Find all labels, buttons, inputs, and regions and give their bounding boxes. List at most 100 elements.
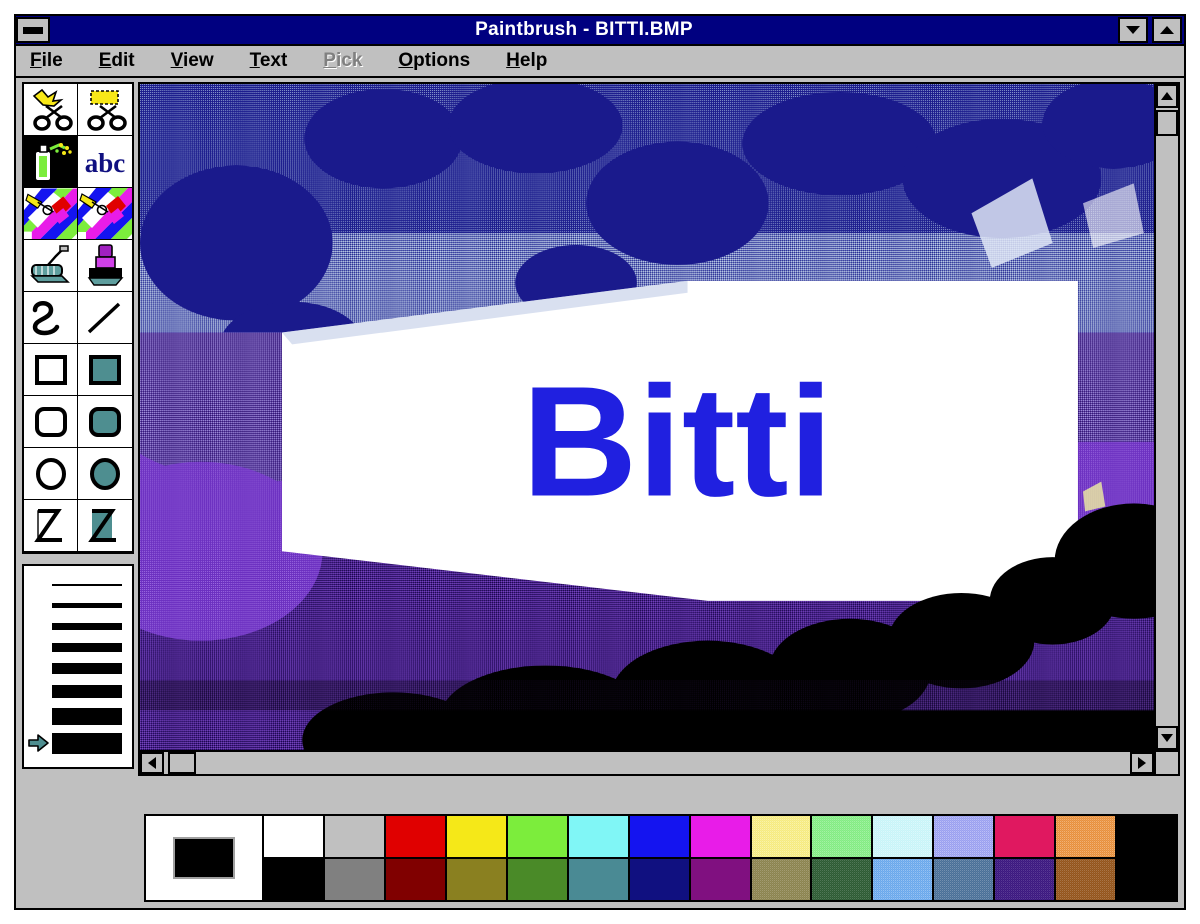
horizontal-scrollbar[interactable] (140, 750, 1154, 774)
minimize-button[interactable] (1118, 17, 1148, 43)
menu-text[interactable]: Text (250, 50, 288, 72)
scroll-right-button[interactable] (1130, 752, 1154, 774)
swatch-brown[interactable] (1056, 859, 1116, 900)
line-width-option[interactable] (28, 658, 126, 679)
swatch-orange[interactable] (1056, 816, 1116, 859)
line-width-selected-marker (28, 733, 50, 754)
swatch-dark-red[interactable] (385, 859, 445, 900)
tool-ellipse-outline[interactable] (24, 448, 78, 500)
line-width-option[interactable] (28, 679, 126, 703)
scroll-down-button[interactable] (1156, 726, 1178, 750)
swatch-blue[interactable] (629, 816, 689, 859)
menu-text-mnemonic: T (249, 50, 260, 71)
line-width-option[interactable] (28, 616, 126, 637)
line-width-marker-slot (28, 658, 50, 679)
menu-options[interactable]: Options (398, 50, 470, 72)
tool-curve[interactable] (24, 292, 78, 344)
line-width-option[interactable] (28, 703, 126, 729)
swatch-green[interactable] (507, 859, 567, 900)
swatch-purple[interactable] (690, 859, 750, 900)
tool-rectangle-select[interactable] (78, 84, 132, 136)
chevron-up-icon (1160, 26, 1174, 34)
swatch-indigo[interactable] (995, 859, 1055, 900)
rectangle-filled-icon (89, 354, 121, 385)
canvas-frame: Bitti (138, 82, 1180, 776)
swatch-black[interactable] (264, 859, 323, 900)
rectangle-outline-icon (34, 354, 67, 385)
tool-airbrush[interactable] (24, 136, 78, 188)
menu-help[interactable]: Help (506, 50, 547, 72)
ellipse-filled-icon (90, 457, 120, 490)
tool-rounded-box-filled[interactable] (78, 396, 132, 448)
swatch-navy[interactable] (629, 859, 689, 900)
image-canvas[interactable]: Bitti (140, 84, 1154, 750)
menu-view-mnemonic: V (170, 50, 183, 71)
tool-line[interactable] (78, 292, 132, 344)
palette-column (1117, 816, 1177, 900)
tool-ellipse-filled[interactable] (78, 448, 132, 500)
tool-polygon-outline[interactable] (24, 500, 78, 552)
tool-scissors-freeform-select[interactable] (24, 84, 78, 136)
tool-eraser[interactable] (78, 188, 132, 240)
system-menu-icon (23, 26, 43, 34)
palette-swatches (264, 816, 1177, 900)
swatch-olive[interactable] (446, 859, 506, 900)
tool-rounded-box-outline[interactable] (24, 396, 78, 448)
line-width-marker-slot (28, 574, 50, 595)
palette-column (1056, 816, 1118, 900)
maximize-button[interactable] (1152, 17, 1182, 43)
swatch-yellow[interactable] (446, 816, 506, 859)
swatch-dark-green[interactable] (812, 859, 872, 900)
current-color-indicator[interactable] (146, 816, 264, 900)
system-menu-button[interactable] (16, 17, 50, 43)
swatch-red[interactable] (385, 816, 445, 859)
tool-color-eraser[interactable] (24, 188, 78, 240)
swatch-light-gray[interactable] (324, 816, 384, 859)
swatch-magenta[interactable] (690, 816, 750, 859)
swatch-pink-red[interactable] (995, 816, 1055, 859)
line-width-option[interactable] (28, 637, 126, 658)
menu-help-mnemonic: H (506, 50, 520, 71)
swatch-teal[interactable] (568, 859, 628, 900)
swatch-bright-green[interactable] (507, 816, 567, 859)
swatch-black-end-top[interactable] (1117, 816, 1177, 858)
menu-edit[interactable]: Edit (99, 50, 135, 72)
line-width-marker-slot (28, 637, 50, 658)
paintbrush-window: Paintbrush - BITTI.BMP File Edit View Te… (14, 14, 1186, 910)
horizontal-scroll-thumb[interactable] (168, 752, 196, 774)
polygon-outline-icon (33, 508, 62, 542)
scroll-left-button[interactable] (140, 752, 164, 774)
tool-box-outline[interactable] (24, 344, 78, 396)
line-width-option-selected[interactable] (28, 729, 126, 757)
swatch-black-end-bottom[interactable] (1117, 858, 1177, 900)
scissors-rectangle-select-icon (87, 89, 127, 131)
menu-options-label: ptions (413, 50, 471, 71)
line-width-option[interactable] (28, 595, 126, 616)
swatch-steel-blue[interactable] (934, 859, 994, 900)
swatch-white[interactable] (264, 816, 323, 859)
menu-view-label: iew (182, 50, 214, 71)
swatch-gray[interactable] (324, 859, 384, 900)
vertical-scroll-thumb[interactable] (1156, 110, 1178, 136)
line-width-marker-slot (28, 616, 50, 637)
menu-view[interactable]: View (171, 50, 214, 72)
scroll-up-button[interactable] (1156, 84, 1178, 108)
tool-box-filled[interactable] (78, 344, 132, 396)
line-width-marker-slot (28, 595, 50, 616)
swatch-pale-green[interactable] (812, 816, 872, 859)
swatch-dark-khaki[interactable] (751, 859, 811, 900)
menu-file[interactable]: File (30, 50, 63, 72)
palette-column (446, 816, 508, 900)
swatch-pale-yellow[interactable] (751, 816, 811, 859)
svg-text:abc: abc (85, 148, 126, 178)
swatch-periwinkle[interactable] (934, 816, 994, 859)
swatch-cyan[interactable] (568, 816, 628, 859)
swatch-light-blue[interactable] (873, 859, 933, 900)
tool-polygon-filled[interactable] (78, 500, 132, 552)
vertical-scrollbar[interactable] (1154, 84, 1178, 750)
tool-text[interactable]: abc (78, 136, 132, 188)
tool-brush[interactable] (78, 240, 132, 292)
line-width-option[interactable] (28, 574, 126, 595)
swatch-pale-cyan[interactable] (873, 816, 933, 859)
tool-paint-roller[interactable] (24, 240, 78, 292)
